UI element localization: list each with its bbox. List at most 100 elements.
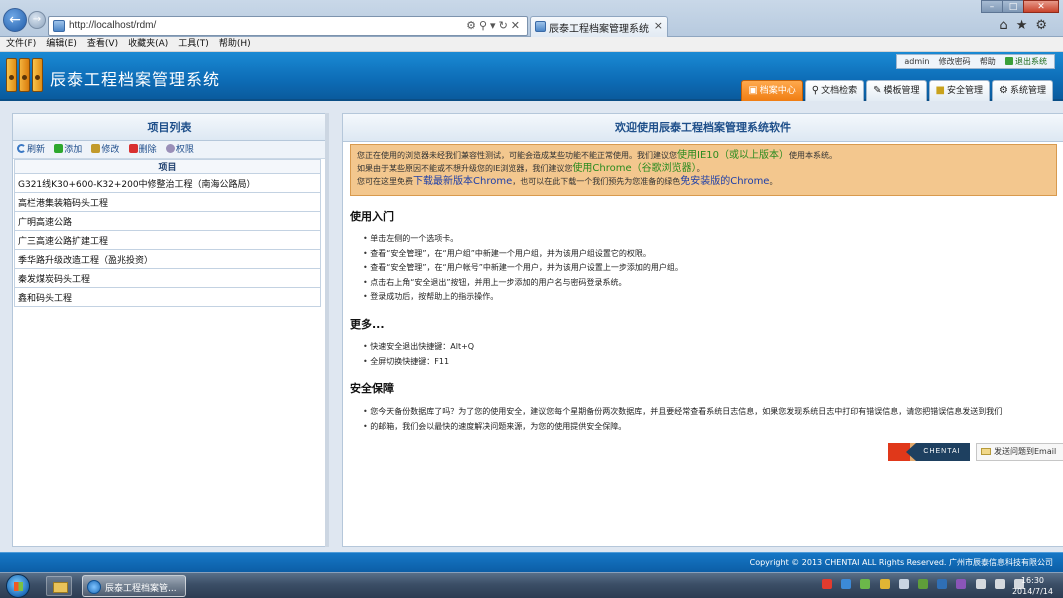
security-list: 您今天备份数据库了吗？为了您的使用安全，建议您每个星期备份两次数据库，并且要经常… (370, 405, 1002, 434)
menu-edit[interactable]: 编辑(E) (40, 37, 81, 51)
table-row[interactable]: 广明高速公路 (14, 211, 321, 231)
tab-security-management[interactable]: ■ 安全管理 (928, 80, 991, 101)
ie10-recommendation: 使用IE10（或以上版本） (677, 150, 789, 161)
table-row[interactable]: 季华路升级改造工程（盈兆投资） (14, 249, 321, 269)
favorites-star-icon[interactable]: ★ (1016, 18, 1036, 33)
menu-file[interactable]: 文件(F) (0, 37, 40, 51)
lock-icon: ■ (935, 85, 945, 96)
windows-taskbar: 辰泰工程档案管... 16:30 2014/7/14 (0, 572, 1063, 598)
window-close-icon[interactable]: ✕ (1023, 0, 1059, 13)
address-bar[interactable]: http://localhost/rdm/ ⚙⚲▾↻✕ (48, 16, 528, 36)
tab-template-management[interactable]: ✎ 模板管理 (866, 80, 927, 101)
portable-chrome-link[interactable]: 免安装版的Chrome (680, 176, 769, 187)
gear-icon[interactable]: ⚙ (1035, 18, 1055, 33)
notice-line-3: 您可在这里免费下载最新版本Chrome，也可以在此下载一个我们预先为您准备的绿色… (357, 176, 778, 187)
add-button[interactable]: 添加 (54, 144, 82, 156)
browser-compatibility-notice: 您正在使用的浏览器未经我们兼容性测试，可能会造成某些功能不能正常使用。我们建议您… (350, 144, 1057, 196)
table-row[interactable]: 高栏港集装箱码头工程 (14, 192, 321, 212)
permission-button[interactable]: 权限 (165, 144, 194, 156)
tray-flag-icon[interactable] (975, 579, 986, 589)
clock-date: 2014/7/14 (1011, 587, 1053, 596)
username: admin (904, 57, 930, 66)
delete-button[interactable]: 删除 (128, 144, 157, 156)
maximize-icon[interactable]: □ (1002, 0, 1024, 13)
url-text[interactable]: http://localhost/rdm/ (69, 20, 156, 31)
project-name[interactable]: 广明高速公路 (14, 211, 321, 231)
help-link[interactable]: 帮助 (980, 57, 996, 66)
tray-network-icon[interactable] (994, 579, 1005, 589)
table-row[interactable]: 广三高速公路扩建工程 (14, 230, 321, 250)
ie-window-label: 辰泰工程档案管... (105, 584, 177, 594)
list-item: 您今天备份数据库了吗？为了您的使用安全，建议您每个星期备份两次数据库，并且要经常… (370, 405, 1002, 420)
tab-close-icon[interactable]: × (654, 19, 663, 32)
window-controls: – □ ✕ (981, 0, 1059, 13)
tray-app-icon[interactable] (841, 579, 852, 589)
send-email-button[interactable]: 发送问题到Email (976, 443, 1063, 461)
address-tools-icons[interactable]: ⚙⚲▾↻✕ (466, 19, 523, 32)
main-tabs: ▣ 档案中心 ⚲ 文档检索 ✎ 模板管理 ■ 安全管理 ⚙ 系统管理 (739, 80, 1053, 101)
menu-favorites[interactable]: 收藏夹(A) (122, 37, 172, 51)
edit-icon (91, 144, 101, 153)
more-list: 快速安全退出快捷键：Alt+Q 全屏切换快捷键：F11 (370, 340, 474, 369)
table-row[interactable]: 秦发煤炭码头工程 (14, 268, 321, 288)
delete-icon (128, 144, 138, 153)
copyright-text: Copyright © 2013 CHENTAI ALL Rights Rese… (749, 558, 1053, 567)
download-chrome-link[interactable]: 下载最新版本Chrome (413, 176, 512, 187)
app-title: 辰泰工程档案管理系统 (50, 70, 221, 89)
menu-tools[interactable]: 工具(T) (172, 37, 213, 51)
refresh-button[interactable]: 刷新 (17, 144, 45, 156)
column-header-project[interactable]: 项目 (14, 159, 321, 174)
tray-app-icon[interactable] (879, 579, 890, 589)
forward-arrow-icon[interactable]: → (28, 11, 46, 29)
list-item: 点击右上角“安全退出”按钮，并用上一步添加的用户名与密码登录系统。 (370, 276, 683, 291)
tab-document-search[interactable]: ⚲ 文档检索 (804, 80, 865, 101)
project-name[interactable]: 高栏港集装箱码头工程 (14, 192, 321, 212)
archive-icon: ▣ (748, 85, 758, 96)
change-password-link[interactable]: 修改密码 (939, 57, 971, 66)
list-item: 单击左侧的一个选项卡。 (370, 232, 683, 247)
menu-help[interactable]: 帮助(H) (213, 37, 255, 51)
home-icon[interactable]: ⌂ (999, 18, 1015, 33)
logout-button[interactable]: 退出系统 (1005, 57, 1047, 66)
browser-tab[interactable]: 辰泰工程档案管理系统 × (530, 16, 668, 37)
ie-taskbar-button[interactable]: 辰泰工程档案管... (82, 575, 186, 597)
app-header: 辰泰工程档案管理系统 admin 修改密码 帮助 退出系统 ▣ 档案中心 ⚲ 文档检索… (0, 52, 1063, 101)
tray-app-icon[interactable] (898, 579, 909, 589)
tab-page-icon (535, 21, 546, 32)
more-heading: 更多... (350, 318, 385, 331)
notice-line-1: 您正在使用的浏览器未经我们兼容性测试，可能会造成某些功能不能正常使用。我们建议您… (357, 150, 837, 161)
start-button-icon[interactable] (6, 574, 30, 598)
project-name[interactable]: 秦发煤炭码头工程 (14, 268, 321, 288)
table-row[interactable]: 鑫和码头工程 (14, 287, 321, 307)
project-name[interactable]: G321线K30+600-K32+200中修整治工程（南海公路局） (14, 173, 321, 193)
panel-splitter[interactable] (325, 113, 329, 547)
table-row[interactable]: G321线K30+600-K32+200中修整治工程（南海公路局） (14, 173, 321, 193)
welcome-panel: 欢迎使用辰泰工程档案管理系统软件 您正在使用的浏览器未经我们兼容性测试，可能会造… (342, 113, 1063, 547)
taskbar-clock[interactable]: 16:30 2014/7/14 (1012, 575, 1053, 597)
tab-system-management[interactable]: ⚙ 系统管理 (992, 80, 1053, 101)
back-arrow-icon[interactable]: ← (3, 8, 27, 32)
user-bar: admin 修改密码 帮助 退出系统 (896, 54, 1055, 69)
tray-app-icon[interactable] (917, 579, 928, 589)
project-list-panel: 项目列表 刷新 添加 修改 删除 权限 项目 G321线K30+600-K32+… (12, 113, 327, 547)
tab-archive-center[interactable]: ▣ 档案中心 (741, 80, 803, 101)
chrome-recommendation: 使用Chrome（谷歌浏览器） (572, 163, 697, 174)
minimize-icon[interactable]: – (981, 0, 1003, 13)
tray-app-icon[interactable] (822, 579, 832, 589)
explorer-taskbar-icon[interactable] (46, 576, 72, 596)
getting-started-heading: 使用入门 (350, 210, 394, 223)
project-name[interactable]: 广三高速公路扩建工程 (14, 230, 321, 250)
security-heading: 安全保障 (350, 382, 394, 395)
tray-app-icon[interactable] (956, 579, 967, 589)
browser-chrome: ← → http://localhost/rdm/ ⚙⚲▾↻✕ 辰泰工程档案管理… (0, 0, 1063, 37)
edit-button[interactable]: 修改 (91, 144, 119, 156)
chental-brand-logo: CHENTAI (888, 443, 970, 461)
tray-app-icon[interactable] (937, 579, 948, 589)
menu-view[interactable]: 查看(V) (81, 37, 122, 51)
project-name[interactable]: 鑫和码头工程 (14, 287, 321, 307)
notice-line-2: 如果由于某些原因不能或不想升级您的IE浏览器，我们建议您使用Chrome（谷歌浏… (357, 163, 705, 174)
project-name[interactable]: 季华路升级改造工程（盈兆投资） (14, 249, 321, 269)
tray-app-icon[interactable] (860, 579, 871, 589)
list-item: 登录成功后，按帮助上的指示操作。 (370, 290, 683, 305)
binders-logo-icon (6, 58, 46, 94)
